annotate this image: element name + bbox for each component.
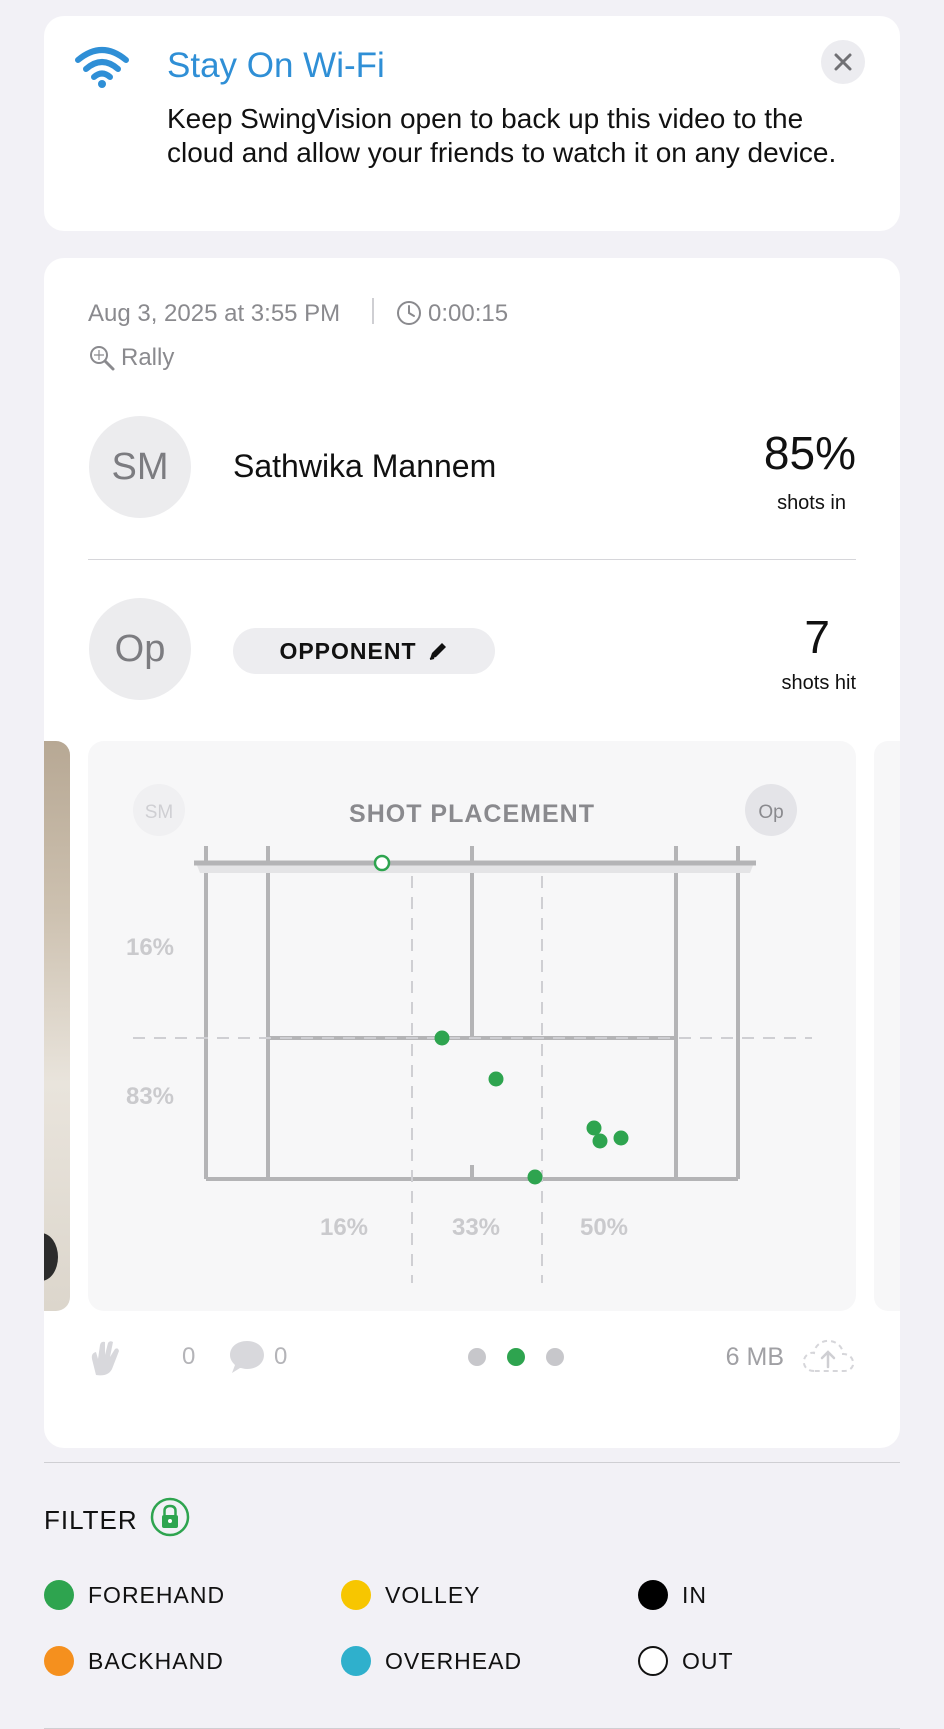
depth-percent-deep: 16% (126, 934, 174, 961)
section-divider (44, 1462, 900, 1463)
page-indicator[interactable] (468, 1348, 568, 1368)
next-slide-preview[interactable] (874, 741, 900, 1311)
clap-icon[interactable] (88, 1337, 122, 1377)
session-date: Aug 3, 2025 at 3:55 PM (88, 300, 341, 327)
tennis-court (204, 846, 740, 1181)
filter-label: OUT (682, 1647, 734, 1674)
clap-count: 0 (182, 1343, 196, 1370)
meta-separator (372, 298, 374, 324)
filter-forehand[interactable]: FOREHAND (44, 1580, 225, 1610)
filter-out[interactable]: OUT (638, 1646, 734, 1676)
shots-in-label: shots in (777, 492, 846, 514)
shot-dots (373, 854, 629, 1185)
in-dot (638, 1580, 668, 1610)
backhand-dot (44, 1646, 74, 1676)
previous-slide-video-thumbnail[interactable] (44, 741, 70, 1311)
shots-hit-value: 7 (804, 611, 830, 663)
filter-title: FILTER (44, 1505, 138, 1535)
comment-icon[interactable] (228, 1339, 266, 1375)
session-card[interactable]: Aug 3, 2025 at 3:55 PM 0:00:15 Rally SM … (44, 258, 900, 1448)
clock-icon (397, 301, 421, 325)
filter-label: IN (682, 1581, 707, 1608)
page-dot (468, 1348, 486, 1366)
page-dot (546, 1348, 564, 1366)
close-icon (834, 53, 852, 71)
width-percent-right: 50% (580, 1214, 628, 1241)
file-size: 6 MB (725, 1343, 784, 1371)
divider (88, 559, 856, 560)
shot-placement-slide[interactable]: SM Op SHOT PLACEMENT 16% 83% 16% 33% 50% (88, 741, 856, 1311)
filter-backhand[interactable]: BACKHAND (44, 1646, 224, 1676)
edit-opponent-button[interactable]: OPPONENT (233, 628, 495, 674)
lock-icon[interactable] (150, 1497, 190, 1537)
comment-count: 0 (274, 1343, 288, 1370)
filter-overhead[interactable]: OVERHEAD (341, 1646, 522, 1676)
filter-label: VOLLEY (385, 1581, 481, 1608)
banner-title: Stay On Wi-Fi (167, 46, 385, 85)
shot-dot-out (373, 854, 391, 872)
forehand-dot (44, 1580, 74, 1610)
out-dot (638, 1646, 668, 1676)
left-avatar-text: SM (145, 802, 174, 823)
filter-volley[interactable]: VOLLEY (341, 1580, 481, 1610)
shot-dot (613, 1130, 629, 1146)
pencil-icon (429, 643, 446, 660)
width-percent-center: 33% (452, 1214, 500, 1241)
shot-dot (434, 1030, 450, 1046)
opponent-label: OPPONENT (279, 637, 417, 664)
shot-dot (527, 1169, 543, 1185)
page-dot-active (507, 1348, 525, 1366)
close-banner-button[interactable] (821, 40, 865, 84)
volley-dot (341, 1580, 371, 1610)
filter-label: OVERHEAD (385, 1647, 523, 1674)
width-percent-left: 16% (320, 1214, 368, 1241)
right-avatar-text: Op (758, 802, 783, 823)
session-footer: 0 0 6 MB (88, 1333, 856, 1383)
filter-label: BACKHAND (88, 1647, 224, 1674)
player-avatar[interactable]: SM (89, 416, 191, 518)
wifi-icon (75, 47, 129, 88)
shot-placement-chart: SM Op SHOT PLACEMENT 16% 83% 16% 33% 50% (126, 784, 812, 1283)
session-type: Rally (121, 344, 175, 371)
player-name: Sathwika Mannem (233, 448, 497, 484)
depth-percent-short: 83% (126, 1083, 174, 1110)
opponent-avatar[interactable]: Op (89, 598, 191, 700)
session-duration: 0:00:15 (428, 300, 509, 327)
net (194, 860, 756, 873)
shot-dot (592, 1133, 608, 1149)
right-player-avatar: Op (745, 784, 797, 836)
shot-dot (586, 1120, 602, 1136)
wifi-banner: Stay On Wi-Fi Keep SwingVision open to b… (44, 16, 900, 231)
placement-title: SHOT PLACEMENT (349, 800, 595, 828)
cloud-upload-icon[interactable] (800, 1335, 856, 1377)
banner-message: Keep SwingVision open to back up this vi… (167, 103, 837, 168)
filter-in[interactable]: IN (638, 1580, 707, 1610)
shot-dot (488, 1071, 504, 1087)
shots-hit-label: shots hit (781, 672, 856, 694)
filter-label: FOREHAND (88, 1581, 226, 1608)
overhead-dot (341, 1646, 371, 1676)
shots-in-value: 85% (763, 427, 856, 479)
left-player-avatar: SM (133, 784, 185, 836)
racket-icon (90, 346, 115, 371)
